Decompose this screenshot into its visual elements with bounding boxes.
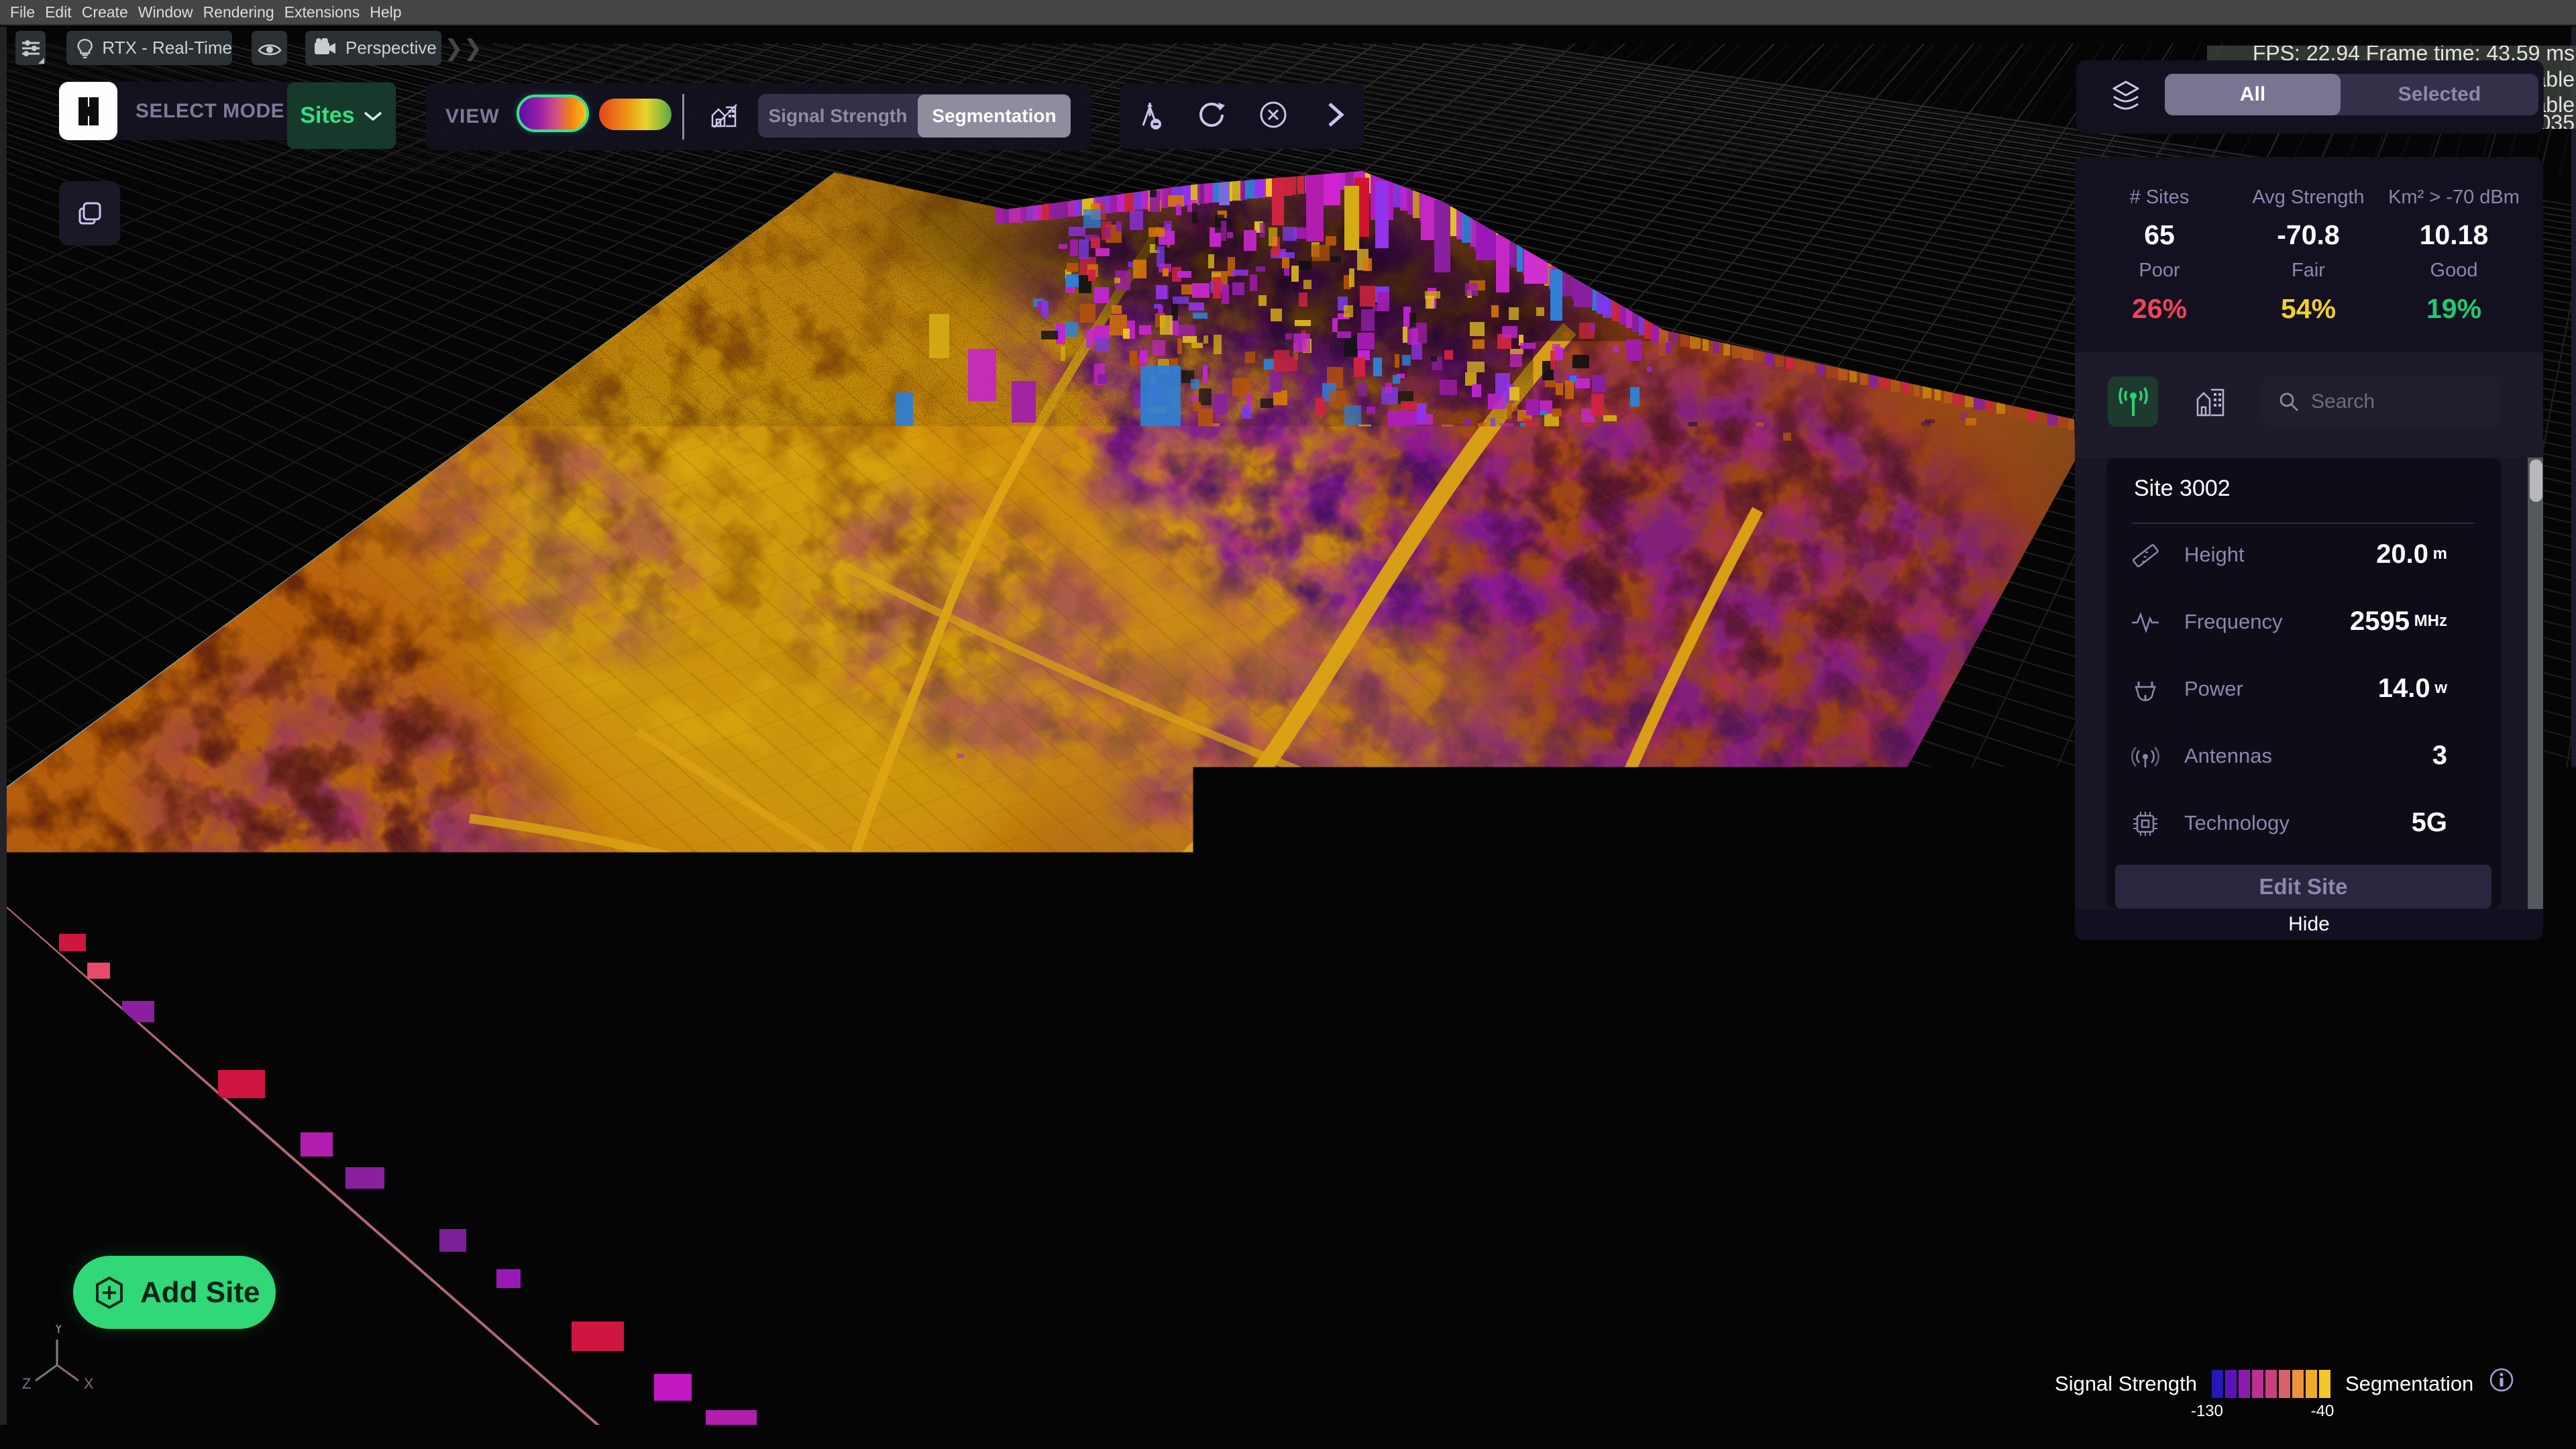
svg-text:X: X [84,1375,94,1392]
svg-text:Y: Y [54,1325,64,1336]
svg-text:Z: Z [22,1375,31,1392]
